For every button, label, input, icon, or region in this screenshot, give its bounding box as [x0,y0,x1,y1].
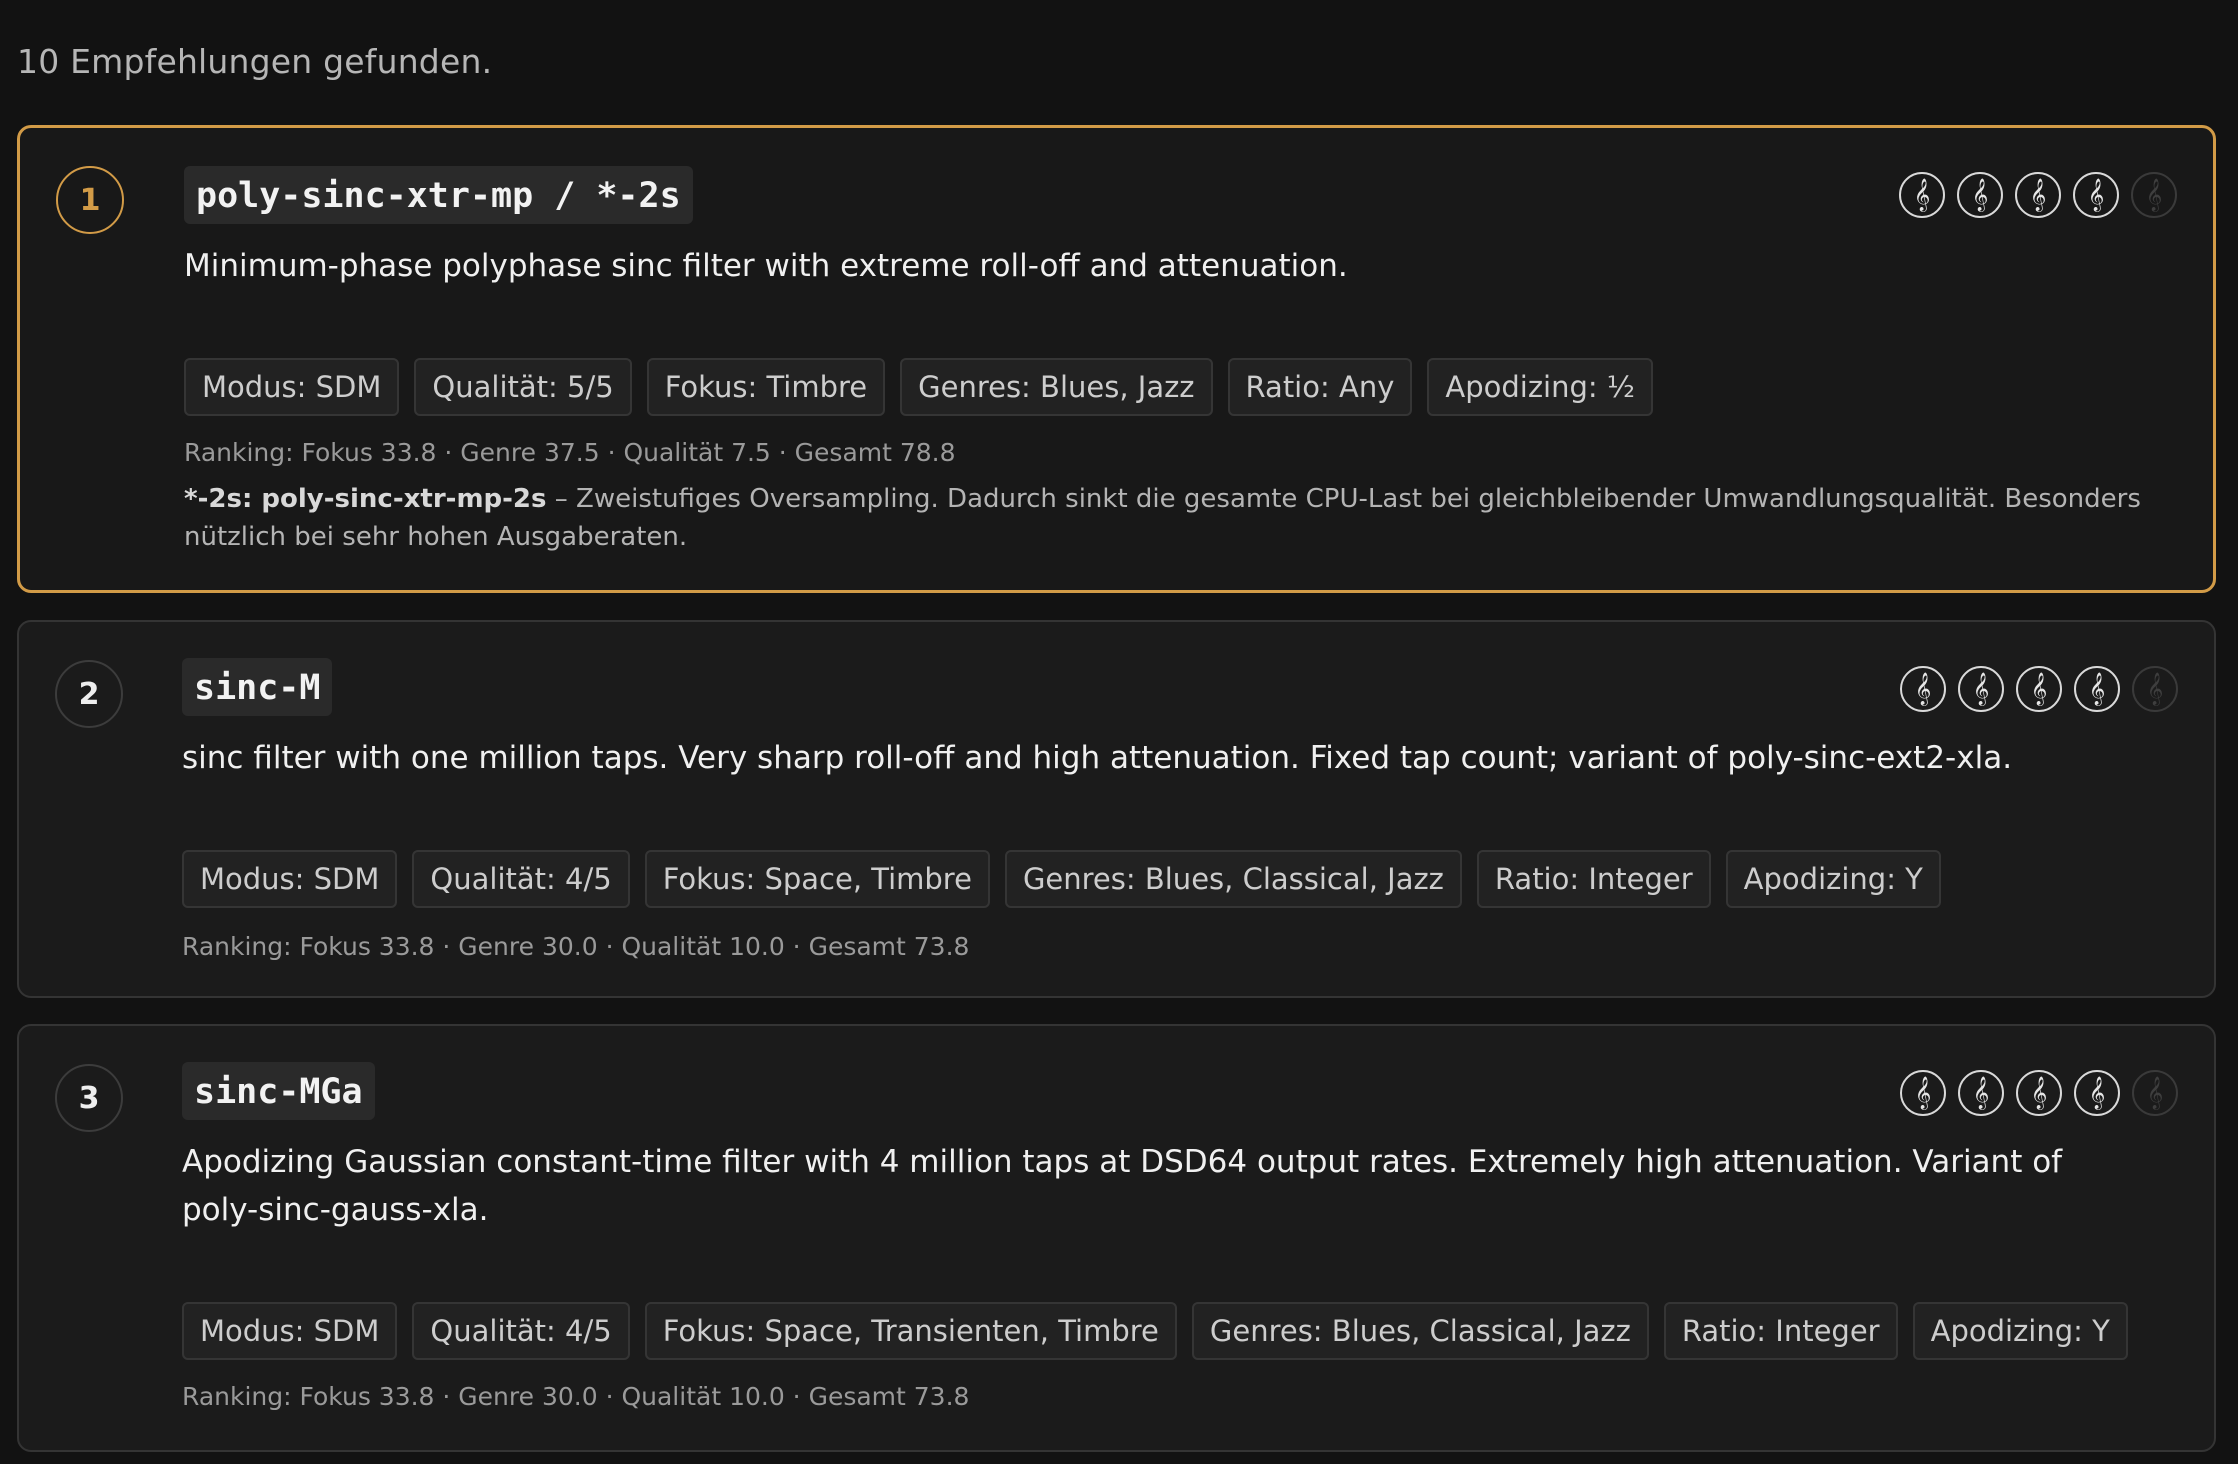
tag-list: Modus: SDM Qualität: 4/5 Fokus: Space, Tra… [182,1302,2128,1360]
treble-clef-icon: 𝄞 [2016,666,2062,712]
filter-name: sinc-MGa [182,1062,375,1120]
results-page: 10 Empfehlungen gefunden. 1 poly-sinc-xt… [0,0,2238,1464]
tag-chip: Apodizing: ½ [1427,358,1653,416]
quality-rating: 𝄞 𝄞 𝄞 𝄞 𝄞 [1900,1070,2178,1116]
treble-clef-icon: 𝄞 [2131,172,2177,218]
rank-badge: 2 [55,660,123,728]
rank-badge: 1 [56,166,124,234]
filter-name: sinc-M [182,658,333,716]
treble-clef-icon: 𝄞 [2132,1070,2178,1116]
tag-chip: Ratio: Any [1227,358,1413,416]
treble-clef-icon: 𝄞 [1957,172,2003,218]
filter-description: Apodizing Gaussian constant-time filter … [182,1144,2063,1228]
tag-chip: Genres: Blues, Jazz [900,358,1213,416]
tag-chip: Qualität: 5/5 [414,358,632,416]
results-count: 10 Empfehlungen gefunden. [17,42,493,81]
tag-chip: Qualität: 4/5 [412,850,630,908]
filter-description: Minimum-phase polyphase sinc filter with… [184,248,1348,284]
recommendation-card-2[interactable]: 2 sinc-M 𝄞 𝄞 𝄞 𝄞 𝄞 sinc filter with one mill… [17,620,2216,998]
filter-description: sinc filter with one million taps. Very … [182,740,2013,776]
tag-chip: Genres: Blues, Classical, Jazz [1004,850,1462,908]
tag-chip: Fokus: Space, Transienten, Timbre [644,1302,1177,1360]
ranking-breakdown: Ranking: Fokus 33.8 · Genre 37.5 · Quali… [184,438,956,467]
tag-chip: Ratio: Integer [1476,850,1711,908]
treble-clef-icon: 𝄞 [2016,1070,2062,1116]
recommendation-card-3[interactable]: 3 sinc-MGa 𝄞 𝄞 𝄞 𝄞 𝄞 Apodizing Gaussian cons… [17,1024,2216,1452]
tag-list: Modus: SDM Qualität: 5/5 Fokus: Timbre Genr… [184,358,1653,416]
quality-rating: 𝄞 𝄞 𝄞 𝄞 𝄞 [1899,172,2177,218]
treble-clef-icon: 𝄞 [2015,172,2061,218]
tag-chip: Modus: SDM [182,1302,398,1360]
tag-list: Modus: SDM Qualität: 4/5 Fokus: Space, Tim… [182,850,1941,908]
treble-clef-icon: 𝄞 [2132,666,2178,712]
tag-chip: Modus: SDM [184,358,400,416]
filter-name: poly-sinc-xtr-mp / *-2s [184,166,693,224]
treble-clef-icon: 𝄞 [2074,1070,2120,1116]
treble-clef-icon: 𝄞 [1958,1070,2004,1116]
treble-clef-icon: 𝄞 [1958,666,2004,712]
tag-chip: Apodizing: Y [1912,1302,2128,1360]
variant-note-label: *-2s: poly-sinc-xtr-mp-2s [184,484,547,514]
recommendation-card-1[interactable]: 1 poly-sinc-xtr-mp / *-2s 𝄞 𝄞 𝄞 𝄞 𝄞 Minimum-… [17,125,2216,593]
treble-clef-icon: 𝄞 [2073,172,2119,218]
variant-note: *-2s: poly-sinc-xtr-mp-2s – Zweistufiges… [184,480,2143,556]
tag-chip: Fokus: Timbre [646,358,886,416]
ranking-breakdown: Ranking: Fokus 33.8 · Genre 30.0 · Quali… [182,1382,970,1411]
quality-rating: 𝄞 𝄞 𝄞 𝄞 𝄞 [1900,666,2178,712]
tag-chip: Genres: Blues, Classical, Jazz [1191,1302,1649,1360]
tag-chip: Qualität: 4/5 [412,1302,630,1360]
treble-clef-icon: 𝄞 [1900,666,1946,712]
treble-clef-icon: 𝄞 [1899,172,1945,218]
tag-chip: Ratio: Integer [1663,1302,1898,1360]
tag-chip: Modus: SDM [182,850,398,908]
tag-chip: Apodizing: Y [1725,850,1941,908]
tag-chip: Fokus: Space, Timbre [644,850,990,908]
ranking-breakdown: Ranking: Fokus 33.8 · Genre 30.0 · Quali… [182,932,970,961]
treble-clef-icon: 𝄞 [1900,1070,1946,1116]
treble-clef-icon: 𝄞 [2074,666,2120,712]
rank-badge: 3 [55,1064,123,1132]
